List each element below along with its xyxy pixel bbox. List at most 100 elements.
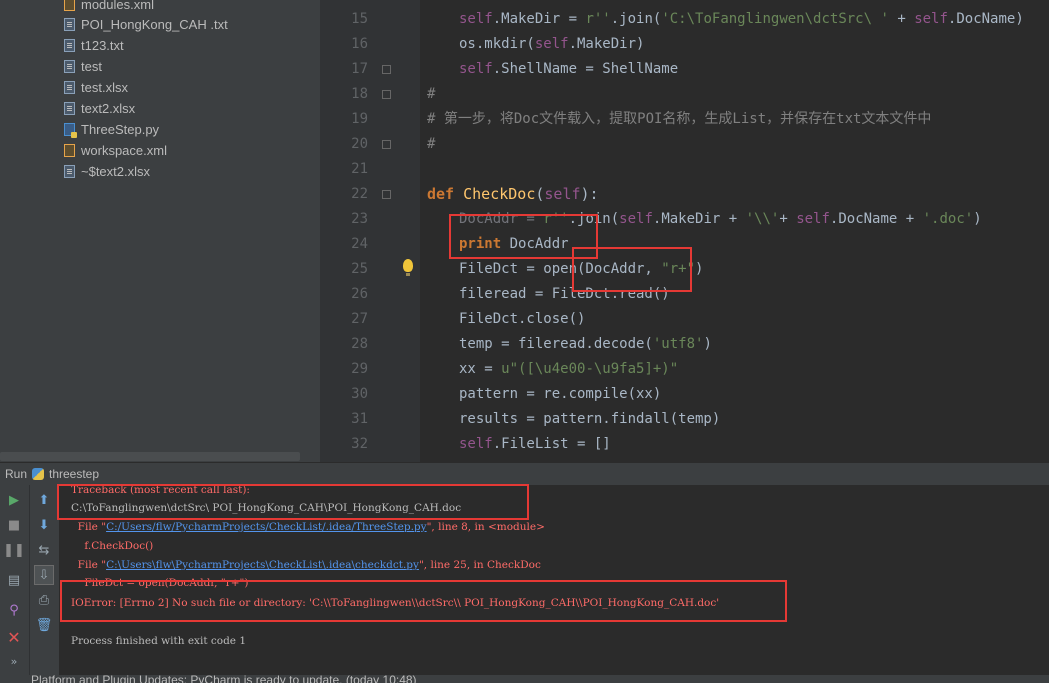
pin-icon[interactable]: ⚲ (4, 600, 24, 620)
console-exit-status: Process finished with exit code 1 (71, 635, 247, 647)
run-config-name[interactable]: threestep (49, 467, 99, 481)
lightbulb-icon[interactable] (403, 259, 413, 276)
tree-item-label: text2.xlsx (81, 101, 136, 116)
tree-item-label: ~$text2.xlsx (81, 164, 151, 179)
line-number: 19 (351, 111, 368, 127)
layout-icon[interactable]: ▤ (4, 570, 24, 590)
project-horizontal-scrollbar[interactable] (0, 452, 300, 461)
fold-marker-icon[interactable] (382, 140, 391, 149)
tree-item-modules-xml[interactable]: modules.xml (64, 0, 154, 15)
line-number: 32 (351, 436, 368, 452)
text-file-icon (64, 102, 75, 115)
tree-item-label: workspace.xml (81, 143, 167, 158)
code-line-18: # (427, 86, 436, 102)
tree-item-workspace-xml[interactable]: workspace.xml (64, 140, 167, 161)
run-tab-label[interactable]: Run (5, 467, 27, 481)
code-line-27: FileDct.close() (459, 311, 586, 327)
xml-file-icon (64, 144, 75, 157)
text-file-icon (64, 81, 75, 94)
line-number: 17 (351, 61, 368, 77)
code-line-23: DocAddr = r''.join(self.MakeDir + '\\'+ … (459, 211, 982, 227)
line-number: 20 (351, 136, 368, 152)
console-frame-2-code: FileDct = open(DocAddr, "r+") (71, 577, 249, 589)
tree-item-label: test (81, 59, 102, 74)
code-line-24: print DocAddr (459, 236, 569, 252)
down-arrow-icon[interactable]: ⬇ (34, 515, 54, 535)
console-printed-path: C:\ToFanglingwen\dctSrc\ POI_HongKong_CA… (71, 502, 462, 514)
python-file-icon (64, 123, 77, 138)
tree-item-text2-xlsx[interactable]: text2.xlsx (64, 98, 135, 119)
code-line-29: xx = u"([\u4e00-\u9fa5]+)" (459, 361, 679, 377)
console-link-checkdct[interactable]: C:\Users\flw\PycharmProjects\CheckList\.… (106, 559, 419, 571)
fold-marker-icon[interactable] (382, 90, 391, 99)
xml-file-icon (64, 0, 75, 11)
line-number: 26 (351, 286, 368, 302)
tree-item-poi-txt[interactable]: POI_HongKong_CAH .txt (64, 14, 228, 35)
run-toolbar-secondary: ⬆ ⬇ ⇆ ⇩ ⎙ 🗑 (29, 485, 59, 683)
code-line-17: self.ShellName = ShellName (459, 61, 679, 77)
code-line-19: # 第一步，将Doc文件载入，提取POI名称，生成List，并保存在txt文本文… (427, 111, 932, 127)
rerun-icon[interactable]: ▶ (4, 490, 24, 510)
print-icon[interactable]: ⎙ (34, 590, 54, 610)
line-number: 15 (351, 11, 368, 27)
text-file-icon (64, 39, 75, 52)
tree-item-label: t123.txt (81, 38, 124, 53)
code-line-22: def CheckDoc(self): (427, 185, 599, 203)
tree-item-t123[interactable]: t123.txt (64, 35, 124, 56)
tree-item-label: modules.xml (81, 0, 154, 12)
soft-wrap-icon[interactable]: ⇆ (34, 540, 54, 560)
editor-gutter: 15 16 17 18 19 20 21 22 23 24 25 26 27 2… (320, 0, 420, 462)
line-number: 16 (351, 36, 368, 52)
up-arrow-icon[interactable]: ⬆ (34, 490, 54, 510)
line-number: 29 (351, 361, 368, 377)
scroll-to-end-icon[interactable]: ⇩ (34, 565, 54, 585)
trash-icon[interactable]: 🗑 (34, 615, 54, 635)
text-file-icon (64, 18, 75, 31)
close-icon[interactable]: ✕ (4, 627, 24, 647)
text-file-icon (64, 60, 75, 73)
tree-item-label: POI_HongKong_CAH .txt (81, 17, 228, 32)
code-line-30: pattern = re.compile(xx) (459, 386, 662, 402)
tree-item-test[interactable]: test (64, 56, 102, 77)
console-link-threestep[interactable]: C:/Users/flw/PycharmProjects/CheckList/.… (106, 521, 427, 533)
fold-marker-icon[interactable] (382, 65, 391, 74)
pause-icon[interactable]: ❚❚ (3, 540, 25, 560)
code-line-16: os.mkdir(self.MakeDir) (459, 36, 645, 52)
tree-item-label: test.xlsx (81, 80, 128, 95)
line-number: 27 (351, 311, 368, 327)
code-line-20: # (427, 136, 436, 152)
tree-item-temp-xlsx[interactable]: ~$text2.xlsx (64, 161, 150, 182)
tree-item-threestep-py[interactable]: ThreeStep.py (64, 119, 159, 140)
status-bar: Platform and Plugin Updates: PyCharm is … (0, 675, 1049, 683)
more-icon[interactable]: » (4, 651, 24, 671)
fold-marker-icon[interactable] (382, 190, 391, 199)
run-console[interactable]: Traceback (most recent call last): C:\To… (59, 485, 1049, 675)
console-error: IOError: [Errno 2] No such file or direc… (71, 597, 720, 609)
code-editor[interactable]: self.MakeDir = r''.join('C:\ToFanglingwe… (420, 0, 1049, 462)
run-toolbar-primary: ▶ ■ ❚❚ ▤ ⚲ ✕ » (0, 485, 29, 683)
console-frame-1: File "C:/Users/flw/PycharmProjects/Check… (71, 521, 545, 533)
line-number: 22 (351, 186, 368, 202)
line-number: 21 (351, 161, 368, 177)
line-number: 23 (351, 211, 368, 227)
project-tree-panel: modules.xml POI_HongKong_CAH .txt t123.t… (0, 0, 320, 462)
line-number: 18 (351, 86, 368, 102)
tree-item-test-xlsx[interactable]: test.xlsx (64, 77, 128, 98)
console-frame-1-code: f.CheckDoc() (71, 540, 154, 552)
line-number: 25 (351, 261, 368, 277)
stop-icon[interactable]: ■ (4, 515, 24, 535)
line-number: 24 (351, 236, 368, 252)
code-line-25: FileDct = open(DocAddr, "r+") (459, 261, 704, 277)
code-line-32: self.FileList = [] (459, 436, 611, 452)
python-icon (32, 468, 44, 480)
code-line-31: results = pattern.findall(temp) (459, 411, 721, 427)
status-bar-message[interactable]: Platform and Plugin Updates: PyCharm is … (31, 675, 417, 683)
text-file-icon (64, 165, 75, 178)
run-toolwindow-header: Run threestep (0, 462, 1049, 486)
console-frame-2: File "C:\Users\flw\PycharmProjects\Check… (71, 559, 541, 571)
line-number: 28 (351, 336, 368, 352)
code-line-26: fileread = FileDct.read() (459, 286, 670, 302)
code-line-28: temp = fileread.decode('utf8') (459, 336, 712, 352)
line-number: 31 (351, 411, 368, 427)
code-line-15: self.MakeDir = r''.join('C:\ToFanglingwe… (459, 11, 1024, 27)
